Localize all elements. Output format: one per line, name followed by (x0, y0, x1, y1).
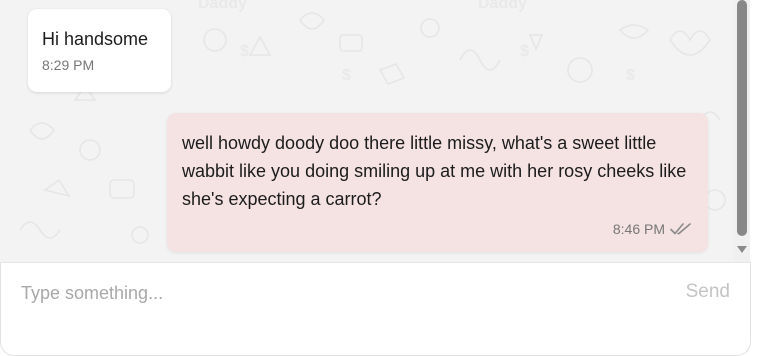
message-bubble-outgoing: well howdy doody doo there little missy,… (167, 113, 708, 252)
chat-window: Daddy Daddy $ $ $ $ Hi handsome 8:29 PM … (0, 0, 757, 356)
message-text: well howdy doody doo there little missy,… (182, 133, 687, 209)
message-list: Daddy Daddy $ $ $ $ Hi handsome 8:29 PM … (0, 0, 734, 262)
message-timestamp: 8:46 PM (612, 221, 665, 237)
send-button[interactable]: Send (686, 281, 730, 303)
message-composer: Send (0, 262, 751, 356)
svg-text:Daddy: Daddy (478, 0, 527, 12)
message-bubble-incoming: Hi handsome 8:29 PM (28, 9, 171, 92)
svg-text:$: $ (342, 67, 351, 84)
message-meta: 8:46 PM (613, 221, 692, 237)
svg-text:$: $ (520, 43, 529, 60)
message-input[interactable] (21, 279, 641, 307)
message-list-scrollbar[interactable] (734, 0, 750, 262)
scrollbar-thumb[interactable] (737, 0, 747, 236)
scroll-down-arrow-icon[interactable] (737, 246, 747, 253)
message-text: Hi handsome (42, 29, 149, 49)
double-check-icon (670, 223, 691, 235)
svg-text:Daddy: Daddy (198, 0, 247, 12)
message-timestamp: 8:29 PM (42, 57, 95, 73)
svg-text:$: $ (626, 67, 635, 84)
svg-text:$: $ (240, 43, 249, 60)
